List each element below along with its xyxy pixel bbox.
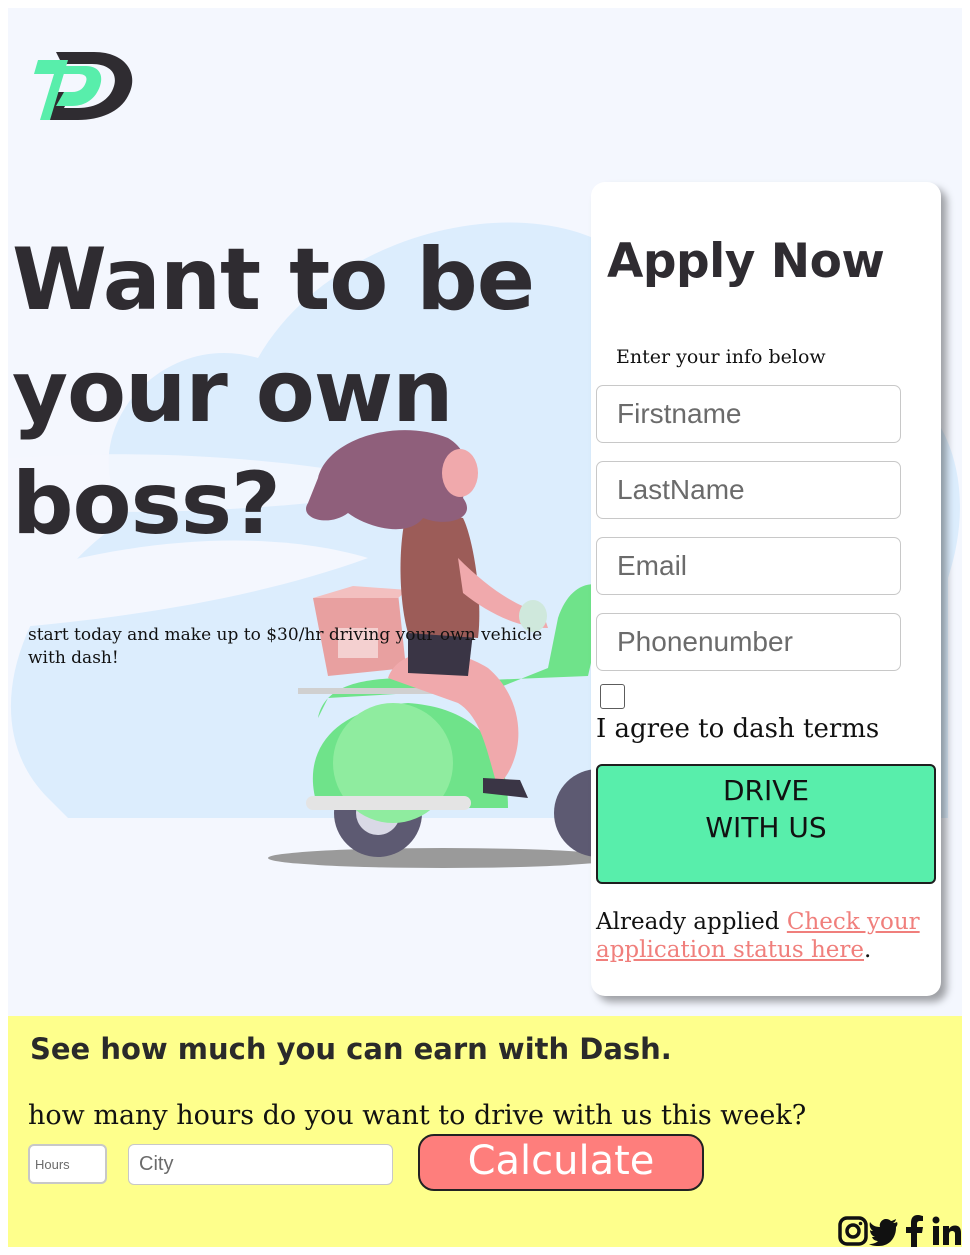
- firstname-input[interactable]: [596, 385, 901, 443]
- hours-question: how many hours do you want to drive with…: [28, 1100, 807, 1131]
- twitter-icon[interactable]: [869, 1215, 899, 1247]
- lastname-input[interactable]: [596, 461, 901, 519]
- social-links: [838, 1215, 962, 1247]
- phone-input[interactable]: [596, 613, 901, 671]
- hours-input[interactable]: [28, 1144, 107, 1184]
- earnings-section: See how much you can earn with Dash. how…: [8, 1016, 962, 1247]
- facebook-icon[interactable]: [900, 1215, 930, 1247]
- linkedin-icon[interactable]: [931, 1215, 961, 1247]
- apply-title: Apply Now: [607, 234, 885, 289]
- hero-section: Want to be your own boss? start today an…: [8, 8, 962, 1016]
- status-period: .: [864, 937, 872, 963]
- drive-with-us-button[interactable]: DRIVE WITH US: [596, 764, 936, 884]
- email-input[interactable]: [596, 537, 901, 595]
- calculate-button[interactable]: Calculate: [418, 1134, 704, 1191]
- agree-checkbox[interactable]: [600, 684, 625, 709]
- apply-hint: Enter your info below: [616, 346, 826, 368]
- apply-card: Apply Now Enter your info below I agree …: [591, 182, 941, 996]
- city-input[interactable]: [128, 1144, 393, 1185]
- dash-d-logo-icon: [34, 52, 133, 120]
- agree-label: I agree to dash terms: [596, 714, 880, 744]
- application-status-text: Already applied Check your application s…: [596, 908, 926, 964]
- instagram-icon[interactable]: [838, 1215, 868, 1247]
- already-applied-text: Already applied: [596, 909, 780, 935]
- earnings-title: See how much you can earn with Dash.: [30, 1032, 672, 1066]
- hero-subtext: start today and make up to $30/hr drivin…: [28, 625, 543, 668]
- page: Want to be your own boss? start today an…: [8, 8, 962, 1247]
